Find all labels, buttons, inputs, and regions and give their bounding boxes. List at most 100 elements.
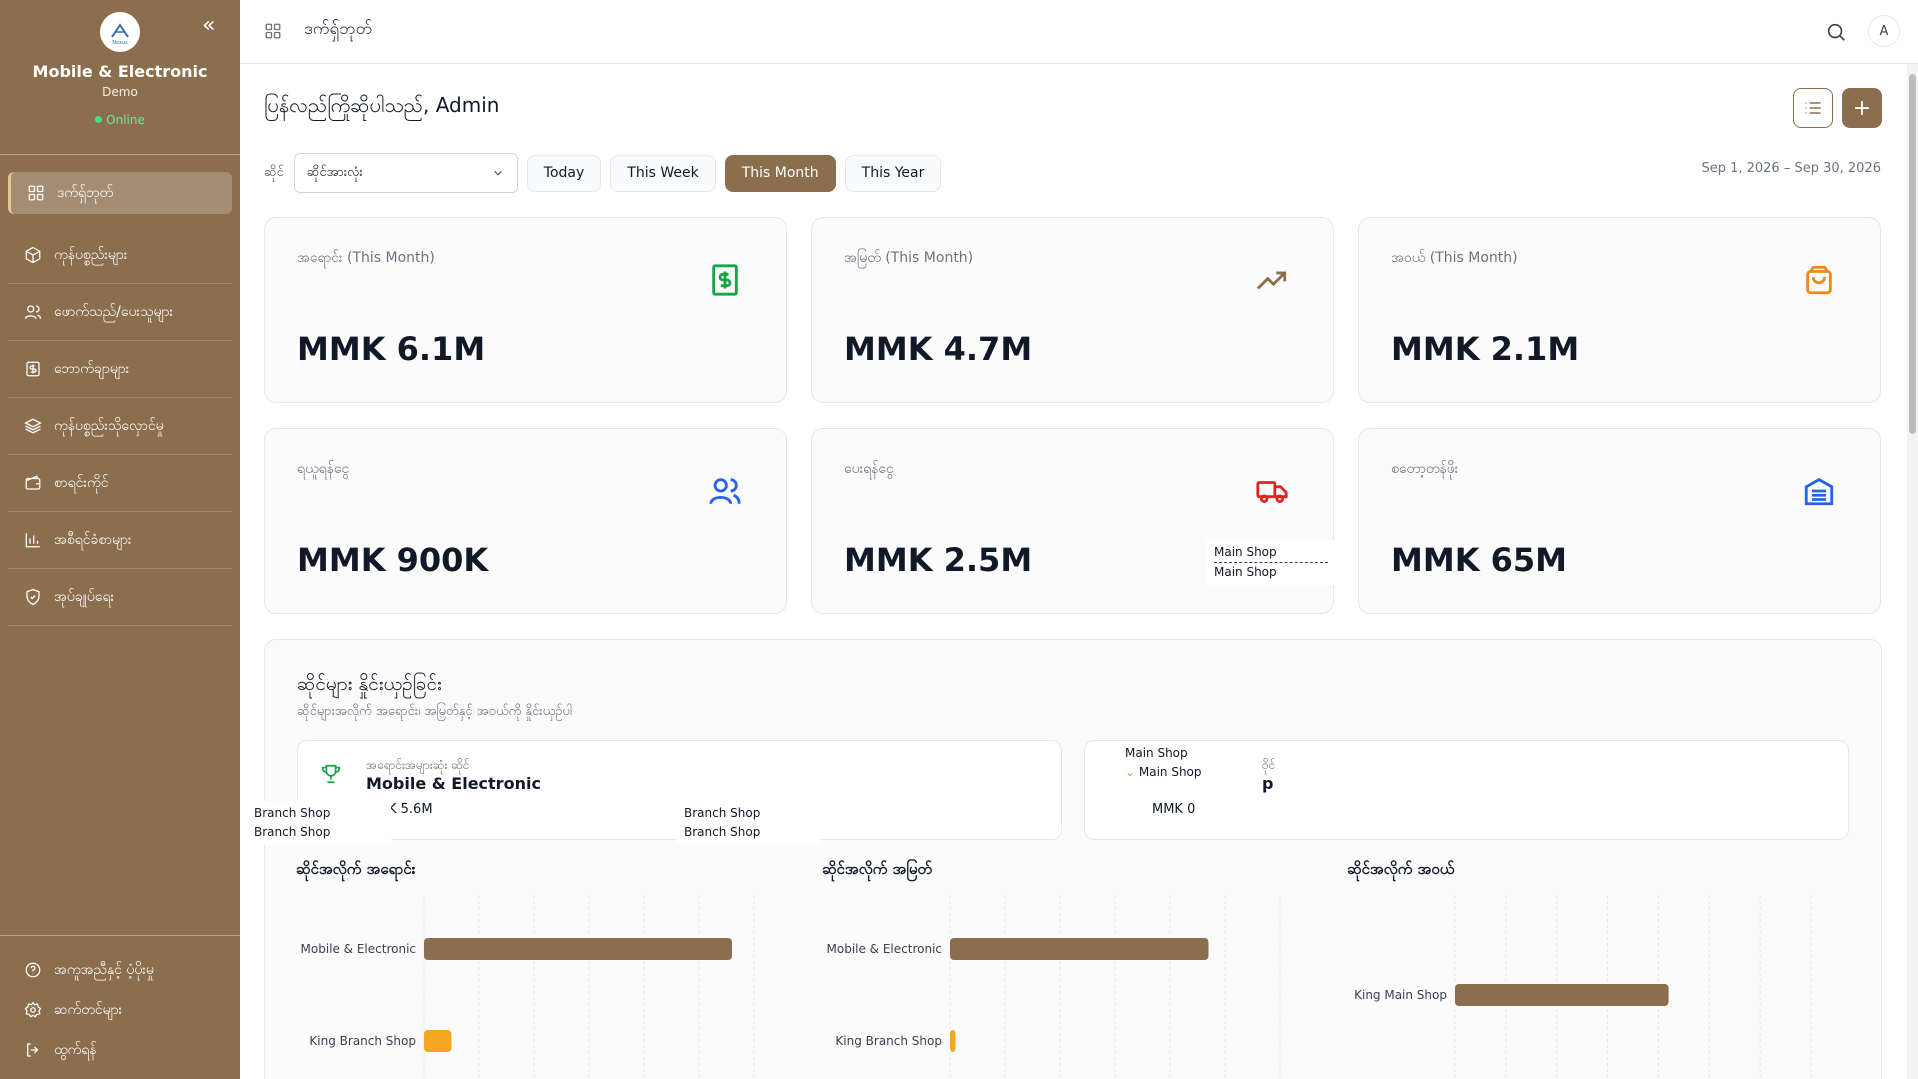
sidebar-item-label: စာရင်းကိုင်	[54, 474, 109, 491]
grid-icon	[264, 22, 282, 40]
help-icon	[24, 961, 42, 979]
sidebar-item-contacts[interactable]: ဖောက်သည်/ပေးသူများ	[8, 284, 232, 341]
online-status: Online	[0, 113, 240, 127]
second-shop-name: p	[1262, 774, 1274, 793]
topbar: ဒက်ရှ်ဘုတ် A	[240, 0, 1918, 64]
category-label: King Branch Shop	[835, 1034, 942, 1048]
search-icon[interactable]	[1825, 21, 1847, 43]
help-support-link[interactable]: အကူအညီနှင့် ပံ့ပိုးမှု	[0, 950, 240, 990]
trophy-icon	[321, 764, 341, 784]
sidebar-item-dashboard[interactable]: ဒက်ရှ်ဘုတ်	[8, 172, 232, 214]
chevron-down-icon	[493, 170, 502, 176]
card-label: စတော့တန်ဖိုး	[1391, 461, 1459, 477]
sidebar-item-products[interactable]: ကုန်ပစ္စည်းများ	[8, 227, 232, 284]
brand-block: Nexus « Mobile & Electronic Demo Online	[0, 0, 240, 155]
top-shop-label: အရောင်းအများဆုံး ဆိုင်	[366, 758, 470, 772]
shop-filter-label: ဆိုင်	[264, 164, 284, 180]
collapse-sidebar-icon[interactable]: «	[202, 15, 215, 37]
bar[interactable]	[950, 1030, 956, 1052]
period-today[interactable]: Today	[526, 154, 602, 192]
bar[interactable]	[950, 938, 1209, 960]
logout-link[interactable]: ထွက်ရန်	[0, 1030, 240, 1070]
shopping-bag-icon	[1799, 260, 1839, 300]
wallet-icon	[24, 474, 42, 492]
payable-card[interactable]: ပေးရန်ငွေ MMK 2.5M	[811, 428, 1334, 614]
sidebar-footer: အကူအညီနှင့် ပံ့ပိုးမှု ဆက်တင်များ ထွက်ရန…	[0, 935, 240, 1070]
grid-icon	[27, 184, 45, 202]
second-shop-label: ဝိုင်	[1262, 758, 1276, 772]
card-value: MMK 2.5M	[844, 541, 1033, 579]
box-icon	[24, 246, 42, 264]
sidebar-item-vouchers[interactable]: ဘောက်ချာများ	[8, 341, 232, 398]
receipt-icon	[24, 360, 42, 378]
scrollbar-thumb[interactable]	[1909, 74, 1916, 434]
list-view-button[interactable]	[1793, 88, 1833, 128]
purchase-chart-title: ဆိုင်အလိုက် အဝယ်	[1347, 860, 1455, 878]
purchase-by-shop-chart: King Main Shop	[1354, 895, 1812, 1079]
tooltip-line: Branch Shop	[254, 825, 331, 839]
top-shop-value: K 5.6M	[388, 802, 433, 817]
card-label: ရယူရန်ငွေ	[297, 461, 350, 477]
sidebar-item-label: ဖောက်သည်/ပေးသူများ	[54, 303, 174, 320]
sidebar-item-label: ကုန်ပစ္စည်းသိုလှောင်မှု	[54, 417, 164, 434]
stock-value-card[interactable]: စတော့တန်ဖိုး MMK 65M	[1358, 428, 1881, 614]
bar[interactable]	[424, 1030, 452, 1052]
app-subtitle: Demo	[102, 85, 138, 99]
bar[interactable]	[1455, 984, 1669, 1006]
period-this-week[interactable]: This Week	[610, 154, 716, 192]
sidebar-item-reports[interactable]: အစီရင်ခံစာများ	[8, 512, 232, 569]
warehouse-icon	[1799, 471, 1839, 511]
logout-label: ထွက်ရန်	[54, 1041, 97, 1058]
card-value: MMK 65M	[1391, 541, 1567, 579]
sidebar: Nexus « Mobile & Electronic Demo Online …	[0, 0, 240, 1079]
settings-link[interactable]: ဆက်တင်များ	[0, 990, 240, 1030]
period-this-year[interactable]: This Year	[844, 154, 942, 192]
sidebar-item-accounting[interactable]: စာရင်းကိုင်	[8, 455, 232, 512]
status-dot-icon	[95, 116, 103, 123]
card-value: MMK 6.1M	[297, 330, 486, 368]
logo-mark-icon: Nexus	[111, 23, 129, 46]
gear-icon	[24, 1001, 42, 1019]
shop-select[interactable]: ဆိုင်အားလုံး	[293, 153, 518, 193]
bar-chart-icon	[24, 531, 42, 549]
category-label: Mobile & Electronic	[827, 942, 943, 956]
sidebar-item-admin[interactable]: အုပ်ချုပ်ရေး	[8, 569, 232, 626]
shop-tooltip: Main Shop Main Shop	[1206, 540, 1336, 585]
receivable-card[interactable]: ရယူရန်ငွေ MMK 900K	[264, 428, 787, 614]
branch-tooltip: Branch Shop Branch Shop	[676, 801, 821, 845]
help-label: အကူအညီနှင့် ပံ့ပိုးမှု	[54, 961, 154, 978]
add-button[interactable]: +	[1842, 88, 1882, 128]
users-icon	[705, 471, 745, 511]
card-label: ပေးရန်ငွေ	[844, 461, 894, 477]
card-value: MMK 2.1M	[1391, 330, 1580, 368]
list-icon	[1805, 102, 1821, 114]
date-range: Sep 1, 2026 – Sep 30, 2026	[1701, 161, 1881, 176]
sidebar-item-label: ကုန်ပစ္စည်းများ	[54, 246, 128, 263]
purchase-card[interactable]: အဝယ် (This Month) MMK 2.1M	[1358, 217, 1881, 403]
profit-card[interactable]: အမြတ် (This Month) MMK 4.7M	[811, 217, 1334, 403]
card-value: MMK 4.7M	[844, 330, 1033, 368]
tooltip-line: Branch Shop	[254, 806, 331, 820]
sales-card[interactable]: အရောင်း (This Month) MMK 6.1M	[264, 217, 787, 403]
category-label: Mobile & Electronic	[301, 942, 417, 956]
truck-icon	[1252, 471, 1292, 511]
sidebar-item-label: အုပ်ချုပ်ရေး	[54, 588, 115, 605]
bar[interactable]	[424, 938, 732, 960]
branch-tooltip: Branch Shop Branch Shop	[246, 801, 391, 845]
trending-up-icon	[1252, 260, 1292, 300]
users-icon	[24, 303, 42, 321]
sidebar-item-label: အစီရင်ခံစာများ	[54, 531, 132, 548]
period-this-month[interactable]: This Month	[724, 154, 836, 192]
sidebar-item-label: ဘောက်ချာများ	[54, 360, 130, 377]
top-shop-name: Mobile & Electronic	[366, 774, 541, 793]
profit-chart-title: ဆိုင်အလိုက် အမြတ်	[822, 860, 933, 878]
scrollbar[interactable]	[1907, 64, 1918, 1079]
avatar[interactable]: A	[1868, 15, 1900, 47]
chevron-down-icon: ⌄	[1125, 765, 1139, 779]
tooltip-line: Main Shop	[1125, 746, 1188, 760]
card-label: အရောင်း (This Month)	[297, 250, 435, 266]
sales-chart-title: ဆိုင်အလိုက် အရောင်း	[296, 860, 416, 878]
sidebar-item-inventory[interactable]: ကုန်ပစ္စည်းသိုလှောင်မှု	[8, 398, 232, 455]
tooltip-line: Branch Shop	[684, 806, 761, 820]
second-shop-value: MMK 0	[1152, 802, 1196, 817]
